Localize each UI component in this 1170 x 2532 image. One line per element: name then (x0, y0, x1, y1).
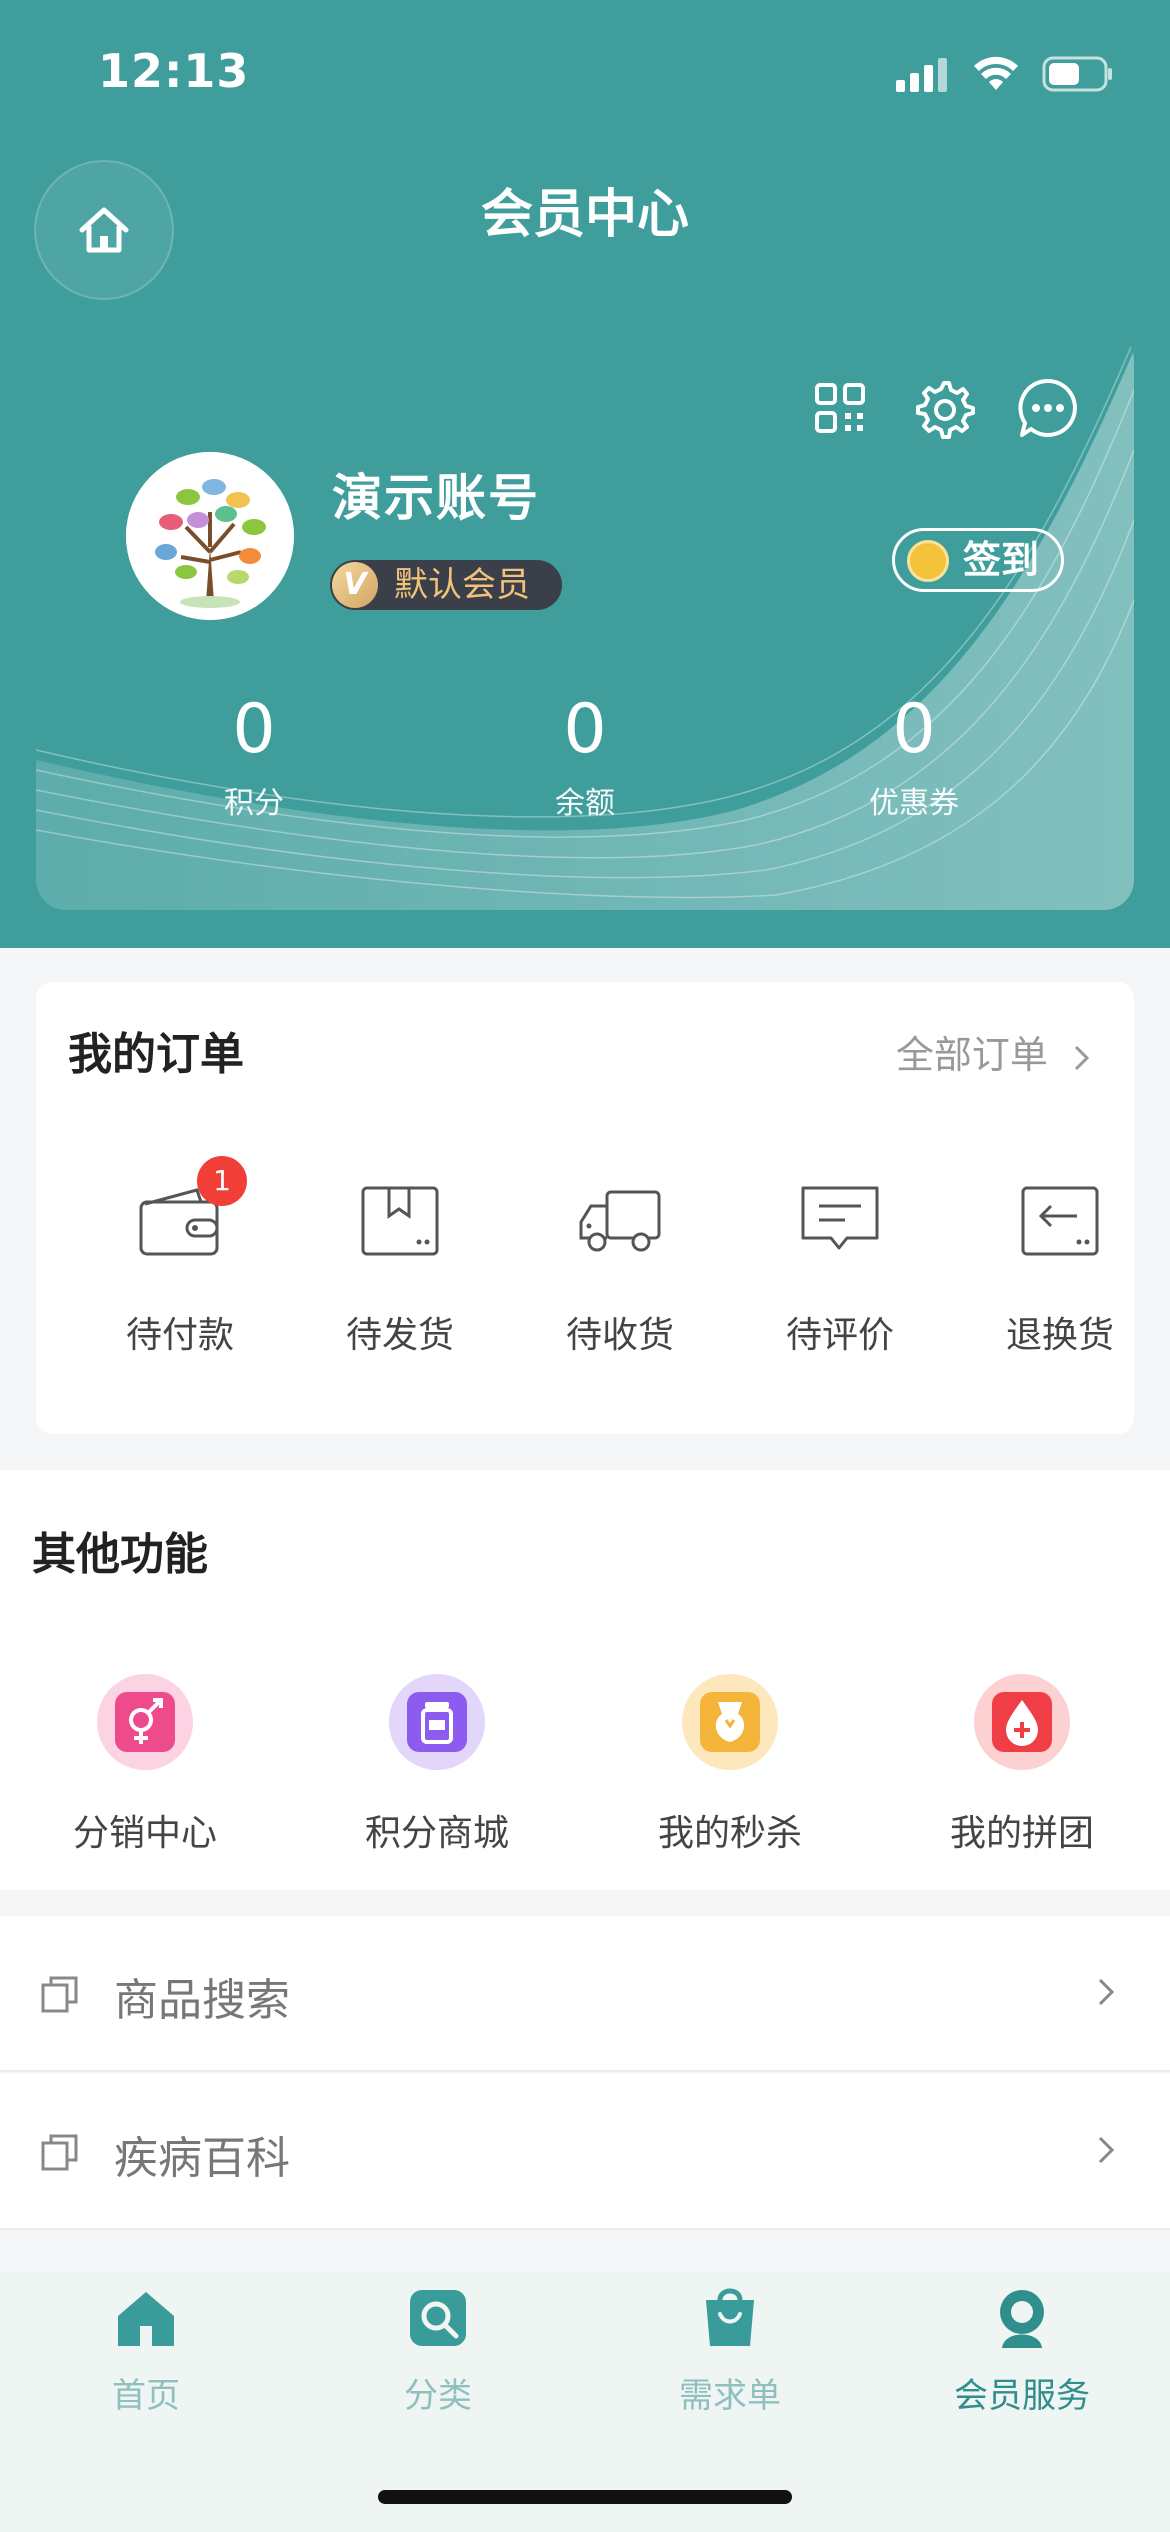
stat-points-label: 积分 (224, 786, 284, 821)
list-item-disease-encyclopedia[interactable]: 疾病百科 (0, 2074, 1170, 2230)
header-actions (808, 376, 1080, 440)
chat-bubble-icon (1018, 378, 1077, 437)
signin-label: 签到 (963, 538, 1040, 582)
order-pending-shipment[interactable]: 待发货 (300, 1182, 500, 1358)
func-group-buy[interactable]: 我的拼团 (902, 1674, 1142, 1856)
signal-icon (896, 58, 947, 92)
home-tab-icon (118, 2292, 174, 2346)
jar-icon (407, 1692, 467, 1752)
status-icons (896, 54, 1114, 94)
status-time: 12:13 (98, 44, 250, 98)
qr-code-icon (815, 383, 865, 433)
order-pending-receipt-label: 待收货 (565, 1315, 674, 1356)
signin-button[interactable]: 签到 (892, 528, 1064, 592)
list-item-product-search[interactable]: 商品搜索 (0, 1916, 1170, 2072)
tree-avatar-image (126, 452, 294, 620)
message-button[interactable] (1016, 376, 1080, 440)
order-returns[interactable]: 退换货 (960, 1182, 1160, 1358)
qr-code-button[interactable] (808, 376, 872, 440)
my-orders-card: 我的订单 全部订单 1 待付款 待发货 待收货 待评价 退换货 (36, 982, 1134, 1434)
pending-payment-badge: 1 (197, 1156, 247, 1206)
tab-member-service-label: 会员服务 (954, 2376, 1090, 2416)
func-points-mall-label: 积分商城 (364, 1813, 509, 1854)
all-orders-label: 全部订单 (895, 1033, 1048, 1077)
stat-points[interactable]: 0 积分 (124, 690, 384, 822)
stat-coupons[interactable]: 0 优惠券 (784, 690, 1044, 822)
stat-points-value: 0 (232, 690, 276, 769)
member-tab-icon (1000, 2290, 1044, 2348)
func-flash-sale[interactable]: 我的秒杀 (610, 1674, 850, 1856)
member-header: 12:13 会员中心 演示账号 V 默认会员 签到 0 积分 0 余额 0 优惠… (0, 0, 1170, 948)
comment-icon (801, 1186, 879, 1250)
settings-button[interactable] (912, 376, 976, 440)
copy-icon (41, 2134, 78, 2171)
my-orders-title: 我的订单 (68, 1029, 244, 1080)
order-pending-payment-label: 待付款 (125, 1315, 234, 1356)
order-returns-label: 退换货 (1005, 1315, 1114, 1356)
tab-demand-list-label: 需求单 (679, 2376, 781, 2416)
vip-icon: V (332, 562, 378, 608)
func-group-buy-label: 我的拼团 (949, 1813, 1094, 1854)
tab-member-service[interactable]: 会员服务 (922, 2286, 1122, 2417)
member-level-badge[interactable]: V 默认会员 (330, 560, 562, 610)
stat-balance-value: 0 (563, 690, 607, 769)
battery-icon (1042, 56, 1112, 92)
vase-icon (700, 1692, 760, 1752)
chevron-right-icon (1098, 1978, 1115, 2006)
tab-demand-list[interactable]: 需求单 (630, 2286, 830, 2417)
stat-balance[interactable]: 0 余额 (455, 690, 715, 822)
username: 演示账号 (332, 469, 540, 527)
stat-balance-label: 余额 (555, 786, 615, 821)
list-item-label: 疾病百科 (114, 2133, 290, 2184)
blood-drop-icon (992, 1692, 1052, 1752)
coin-icon (907, 540, 949, 582)
stat-coupons-value: 0 (892, 690, 936, 769)
stat-coupons-label: 优惠券 (869, 786, 959, 821)
tab-home-label: 首页 (112, 2376, 180, 2416)
tab-home[interactable]: 首页 (46, 2286, 246, 2417)
truck-icon (579, 1190, 661, 1252)
gear-icon (916, 381, 975, 439)
list-item-label: 商品搜索 (114, 1975, 290, 2026)
order-pending-review-label: 待评价 (785, 1315, 894, 1356)
order-pending-receipt[interactable]: 待收货 (520, 1182, 720, 1358)
bag-tab-icon (706, 2288, 754, 2346)
func-points-mall[interactable]: 积分商城 (317, 1674, 557, 1856)
order-pending-review[interactable]: 待评价 (740, 1182, 940, 1358)
order-pending-shipment-label: 待发货 (345, 1315, 454, 1356)
tab-category[interactable]: 分类 (338, 2286, 538, 2417)
chevron-right-icon (1074, 1045, 1090, 1070)
func-distribution-center-label: 分销中心 (72, 1813, 217, 1854)
page-title: 会员中心 (480, 185, 689, 245)
avatar[interactable] (126, 452, 294, 620)
tab-category-label: 分类 (404, 2376, 472, 2416)
member-center-page: 12:13 会员中心 演示账号 V 默认会员 签到 0 积分 0 余额 0 优惠… (0, 0, 1170, 2532)
other-functions-title: 其他功能 (32, 1529, 208, 1580)
gender-icon (115, 1692, 175, 1752)
return-icon (1021, 1186, 1099, 1256)
func-distribution-center[interactable]: 分销中心 (25, 1674, 265, 1856)
search-tab-icon (410, 2290, 466, 2346)
chevron-right-icon (1098, 2136, 1115, 2164)
member-level-label: 默认会员 (394, 565, 530, 605)
copy-icon (41, 1976, 78, 2013)
package-icon (361, 1186, 439, 1256)
home-indicator (378, 2490, 792, 2504)
other-functions-section: 其他功能 分销中心 积分商城 我的秒杀 我的拼团 (0, 1470, 1170, 1890)
order-pending-payment[interactable]: 1 待付款 (80, 1156, 280, 1358)
func-flash-sale-label: 我的秒杀 (657, 1813, 802, 1854)
wifi-icon (974, 56, 1018, 90)
all-orders-link[interactable]: 全部订单 (896, 1024, 1094, 1079)
status-bar: 12:13 (0, 0, 1170, 150)
